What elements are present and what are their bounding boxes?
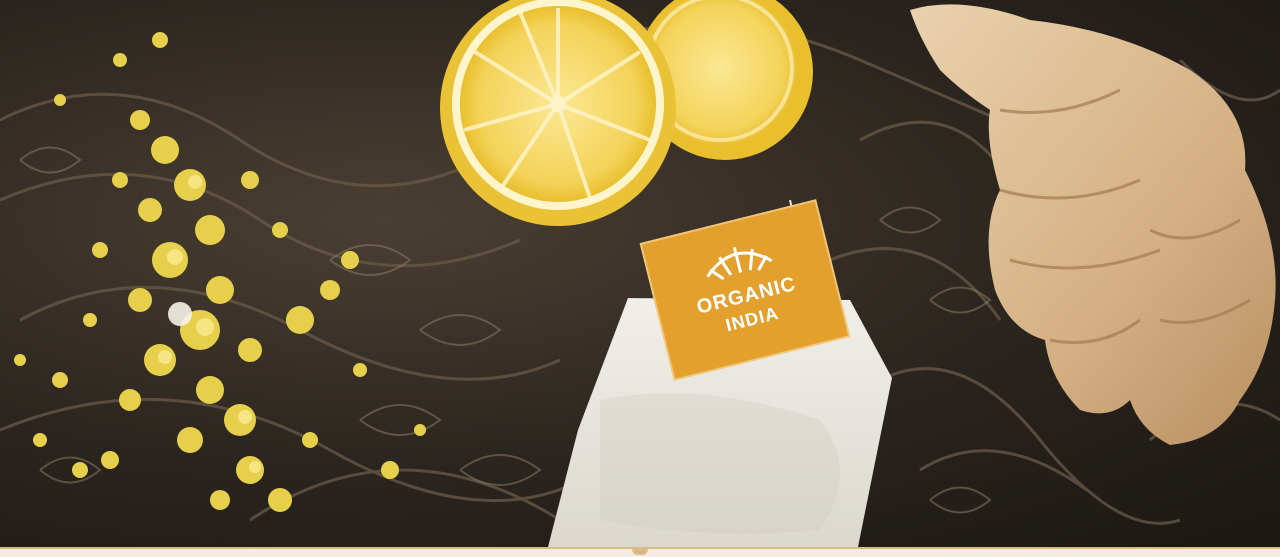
lemon-slice-front [440,0,676,226]
strip-ornament [632,549,648,555]
hero-image: ORGANIC INDIA [0,0,1280,547]
ginger-root [910,4,1276,445]
plate-bead [168,302,192,326]
bottom-strip [0,547,1280,557]
photo-scene: ORGANIC INDIA [0,0,1280,547]
lemon-zest [14,32,426,512]
